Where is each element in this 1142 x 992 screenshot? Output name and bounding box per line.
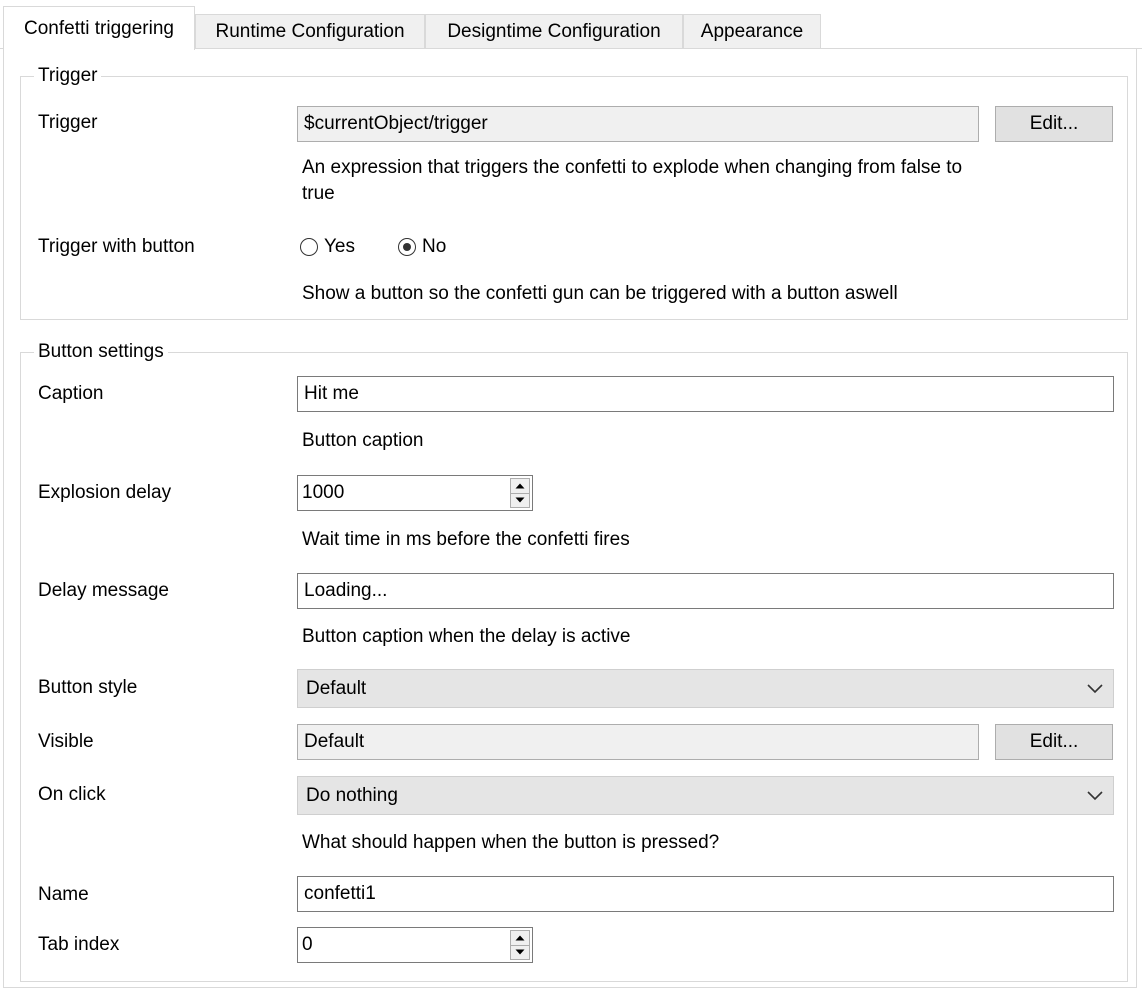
visible-field[interactable]: Default — [297, 724, 979, 760]
radio-selected-dot — [403, 243, 411, 251]
trigger-help-text-2: true — [302, 183, 335, 204]
tab-runtime-configuration[interactable]: Runtime Configuration — [195, 14, 425, 48]
button-style-value: Default — [306, 677, 367, 699]
chevron-down-icon — [1087, 683, 1103, 693]
radio-yes[interactable]: Yes — [300, 235, 355, 259]
tab-appearance[interactable]: Appearance — [683, 14, 821, 48]
tab-index-value: 0 — [302, 934, 313, 955]
name-input[interactable]: confetti1 — [297, 876, 1114, 912]
edit-button-label: Edit... — [1029, 113, 1079, 134]
trigger-expression-field[interactable]: $currentObject/trigger — [297, 106, 979, 142]
tab-label: Appearance — [700, 20, 804, 42]
trigger-with-button-help: Show a button so the confetti gun can be… — [302, 283, 898, 304]
explosion-delay-stepper[interactable]: 1000 — [297, 475, 533, 511]
trigger-edit-button[interactable]: Edit... — [995, 106, 1113, 142]
visible-label: Visible — [38, 731, 94, 752]
caption-help: Button caption — [302, 430, 424, 451]
caption-value: Hit me — [304, 383, 359, 404]
trigger-group-legend: Trigger — [34, 65, 102, 87]
radio-yes-label: Yes — [324, 236, 355, 257]
tab-index-label: Tab index — [38, 934, 120, 955]
delay-message-label: Delay message — [38, 580, 169, 601]
tab-label: Confetti triggering — [24, 17, 174, 39]
spin-up-icon — [515, 483, 525, 489]
spin-down-icon — [515, 497, 525, 503]
delay-message-help: Button caption when the delay is active — [302, 626, 631, 647]
visible-edit-button[interactable]: Edit... — [995, 724, 1113, 760]
radio-button-icon — [398, 238, 416, 256]
on-click-help: What should happen when the button is pr… — [302, 832, 720, 853]
trigger-help-text-1: An expression that triggers the confetti… — [302, 157, 963, 178]
tab-index-stepper[interactable]: 0 — [297, 927, 533, 963]
on-click-select[interactable]: Do nothing — [297, 776, 1114, 815]
explosion-delay-help: Wait time in ms before the confetti fire… — [302, 529, 630, 550]
button-style-select[interactable]: Default — [297, 669, 1114, 708]
trigger-with-button-label: Trigger with button — [38, 236, 195, 257]
visible-value: Default — [304, 731, 365, 752]
spin-buttons — [510, 930, 530, 960]
explosion-delay-value: 1000 — [302, 482, 345, 503]
spin-down-button[interactable] — [511, 945, 529, 959]
spin-down-icon — [515, 949, 525, 955]
tab-label: Designtime Configuration — [447, 20, 661, 42]
tab-designtime-configuration[interactable]: Designtime Configuration — [425, 14, 683, 48]
name-label: Name — [38, 884, 89, 905]
on-click-label: On click — [38, 784, 106, 805]
on-click-value: Do nothing — [306, 784, 398, 806]
delay-message-value: Loading... — [304, 580, 388, 601]
edit-button-label: Edit... — [1029, 731, 1079, 752]
trigger-label: Trigger — [38, 112, 98, 133]
spin-buttons — [510, 478, 530, 508]
caption-input[interactable]: Hit me — [297, 376, 1114, 412]
tab-label: Runtime Configuration — [215, 20, 405, 42]
name-value: confetti1 — [304, 883, 376, 904]
spin-up-button[interactable] — [511, 931, 529, 946]
spin-down-button[interactable] — [511, 493, 529, 507]
spin-up-icon — [515, 935, 525, 941]
radio-button-icon — [300, 238, 318, 256]
radio-no-label: No — [422, 236, 447, 257]
chevron-down-icon — [1087, 790, 1103, 800]
explosion-delay-label: Explosion delay — [38, 482, 172, 503]
button-style-label: Button style — [38, 677, 138, 698]
delay-message-input[interactable]: Loading... — [297, 573, 1114, 609]
trigger-expression-value: $currentObject/trigger — [304, 113, 488, 134]
button-settings-legend: Button settings — [34, 341, 168, 363]
tab-confetti-triggering[interactable]: Confetti triggering — [3, 6, 195, 50]
caption-label: Caption — [38, 383, 104, 404]
radio-no[interactable]: No — [398, 235, 446, 259]
spin-up-button[interactable] — [511, 479, 529, 494]
